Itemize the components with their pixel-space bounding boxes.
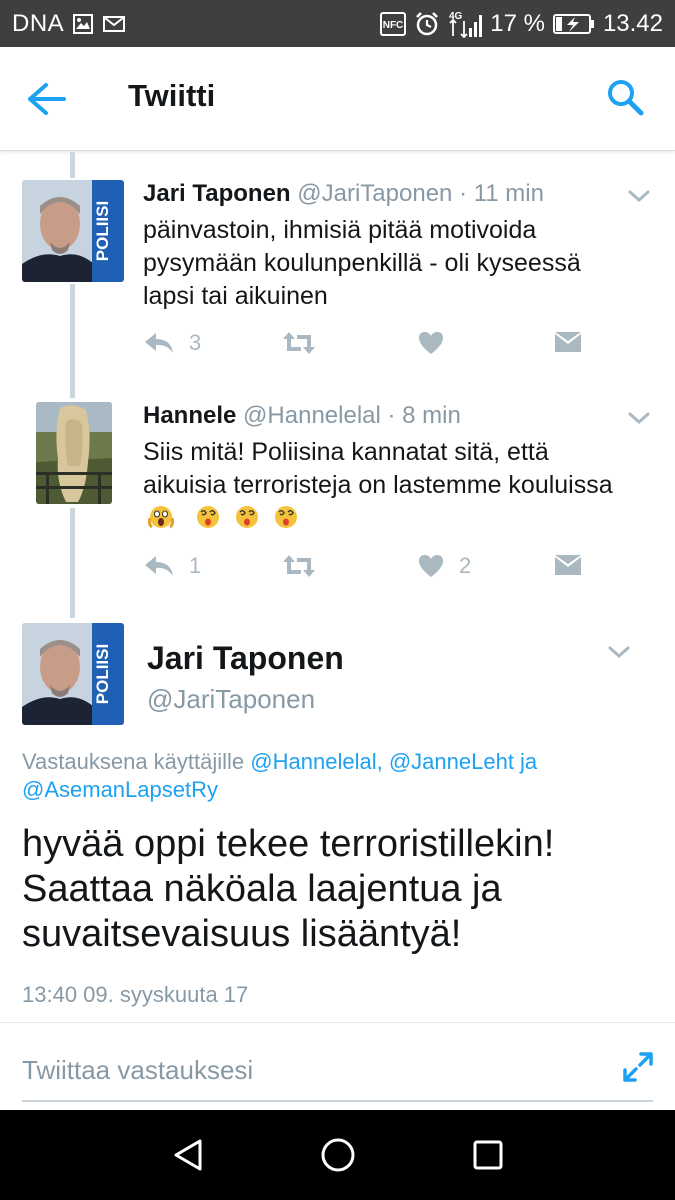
avatar[interactable] (36, 402, 112, 504)
tweet-author-name[interactable]: Hannele (143, 402, 236, 429)
dizzy-face-emoji (196, 506, 219, 528)
retweet-icon (283, 555, 315, 577)
tweet-text: Siis mitä! Poliisina kannatat sitä, että… (143, 436, 633, 535)
thread-line (70, 508, 75, 618)
like-count: 2 (459, 553, 472, 578)
retweet-icon (283, 332, 315, 354)
reply-input-underline (22, 1100, 653, 1102)
reply-icon (145, 333, 173, 353)
tweet-text-content: Siis mitä! Poliisina kannatat sitä, että… (143, 438, 613, 499)
back-triangle-icon[interactable] (168, 1135, 208, 1175)
status-time: 13.42 (602, 10, 663, 37)
image-icon (73, 14, 94, 34)
retweet-button[interactable] (281, 330, 331, 356)
tweet-actions: 1 2 (143, 553, 603, 583)
battery-percent: 17 % (490, 10, 545, 37)
chevron-down-icon[interactable] (627, 410, 651, 426)
hannele-avatar-image (36, 402, 112, 504)
svg-text:NFC: NFC (383, 20, 404, 31)
tweet-time: · 8 min (387, 402, 461, 429)
reply-context: Vastauksena käyttäjille @Hannelelal, @Ja… (22, 748, 622, 804)
main-tweet-author-handle[interactable]: @JariTaponen (147, 684, 315, 715)
reply-user-link[interactable]: @JanneLeht ja (389, 749, 537, 774)
nfc-icon: NFC (380, 12, 407, 36)
arrow-left-icon[interactable] (24, 81, 68, 117)
heart-icon (419, 332, 443, 354)
carrier-name: DNA (12, 10, 65, 37)
alarm-icon (416, 12, 439, 36)
avatar-badge-text: POLIISI (93, 644, 112, 704)
tweet-actions: 3 (143, 330, 603, 360)
reply-count: 1 (189, 553, 202, 578)
reply-count: 3 (189, 330, 202, 355)
chevron-down-icon[interactable] (627, 188, 651, 204)
avatar[interactable]: POLIISI (22, 180, 124, 282)
main-tweet-author-name[interactable]: Jari Taponen (147, 640, 344, 677)
signal-4g-icon: 4G (449, 11, 483, 38)
reply-button[interactable]: 3 (143, 330, 201, 356)
tweet-author-name[interactable]: Jari Taponen (143, 180, 291, 207)
police-avatar-image: POLIISI (22, 180, 124, 282)
reply-prefix: Vastauksena käyttäjille (22, 749, 245, 774)
reply-user-link[interactable]: @AsemanLapsetRy (22, 777, 218, 802)
top-app-bar: Twiitti (0, 47, 675, 151)
thread-line (70, 284, 75, 398)
dizzy-face-emoji (235, 506, 258, 528)
like-button[interactable] (417, 330, 459, 356)
reply-input[interactable] (22, 1044, 612, 1096)
tweet-author-handle[interactable]: @JariTaponen (297, 180, 452, 207)
home-circle-icon[interactable] (318, 1135, 358, 1175)
direct-message-button[interactable] (553, 330, 583, 356)
tweet-header: Hannele @Hannelelal · 8 min (143, 402, 461, 430)
thread-line (70, 152, 75, 178)
tweet-text: päinvastoin, ihmisiä pitää motivoida pys… (143, 216, 581, 310)
recents-square-icon[interactable] (468, 1135, 508, 1175)
direct-message-button[interactable] (553, 553, 583, 579)
envelope-icon (555, 332, 581, 352)
svg-text:4G: 4G (449, 11, 463, 22)
tweet-author-handle[interactable]: @Hannelelal (243, 402, 381, 429)
status-bar: DNA NFC 4G 17 % 13.42 (0, 0, 675, 47)
retweet-button[interactable] (281, 553, 331, 579)
page-title: Twiitti (128, 78, 216, 113)
reply-icon (145, 556, 173, 576)
police-avatar-image: POLIISI (22, 623, 124, 725)
like-button[interactable]: 2 (417, 553, 471, 579)
search-icon[interactable] (605, 77, 645, 117)
main-tweet-text: hyvää oppi tekee terroristillekin! Saatt… (22, 823, 555, 955)
gmail-icon (103, 16, 126, 32)
avatar-badge-text: POLIISI (93, 201, 112, 261)
battery-charging-icon (552, 14, 594, 34)
avatar[interactable]: POLIISI (22, 623, 124, 725)
system-nav-bar (0, 1110, 675, 1200)
envelope-icon (555, 555, 581, 575)
reply-user-link[interactable]: @Hannelelal, (250, 749, 382, 774)
tweet-header: Jari Taponen @JariTaponen · 11 min (143, 180, 544, 208)
heart-icon (419, 555, 443, 577)
divider (0, 1022, 675, 1023)
chevron-down-icon[interactable] (607, 644, 631, 660)
reply-button[interactable]: 1 (143, 553, 201, 579)
main-tweet-date: 13:40 09. syyskuuta 17 (22, 982, 249, 1007)
screaming-face-emoji (147, 506, 175, 529)
dizzy-face-emoji (274, 506, 297, 528)
tweet-time: · 11 min (459, 180, 544, 207)
expand-icon[interactable] (621, 1050, 655, 1084)
